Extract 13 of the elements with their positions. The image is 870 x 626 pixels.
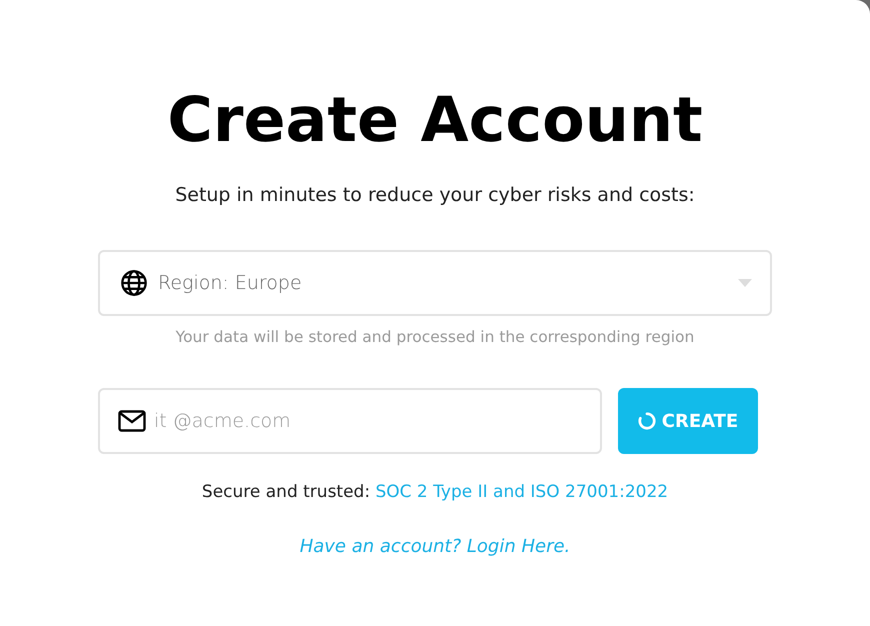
region-select[interactable]: Region: Europe — [98, 250, 772, 316]
region-hint: Your data will be stored and processed in the corresponding region — [176, 328, 694, 346]
subtitle: Setup in minutes to reduce your cyber risks and costs: — [175, 184, 695, 206]
envelope-icon — [118, 410, 146, 432]
dropdown-caret-icon — [738, 279, 752, 287]
certifications-link[interactable]: SOC 2 Type II and ISO 27001:2022 — [375, 482, 668, 502]
spinner-icon — [638, 412, 656, 430]
page-title: Create Account — [167, 82, 703, 158]
trust-statement: Secure and trusted: SOC 2 Type II and ISO 27001:2022 — [202, 482, 668, 502]
globe-icon — [120, 269, 148, 297]
email-field[interactable]: it @acme.com — [98, 388, 602, 454]
login-link[interactable]: Have an account? Login Here. — [300, 536, 570, 557]
create-button[interactable]: CREATE — [618, 388, 758, 454]
